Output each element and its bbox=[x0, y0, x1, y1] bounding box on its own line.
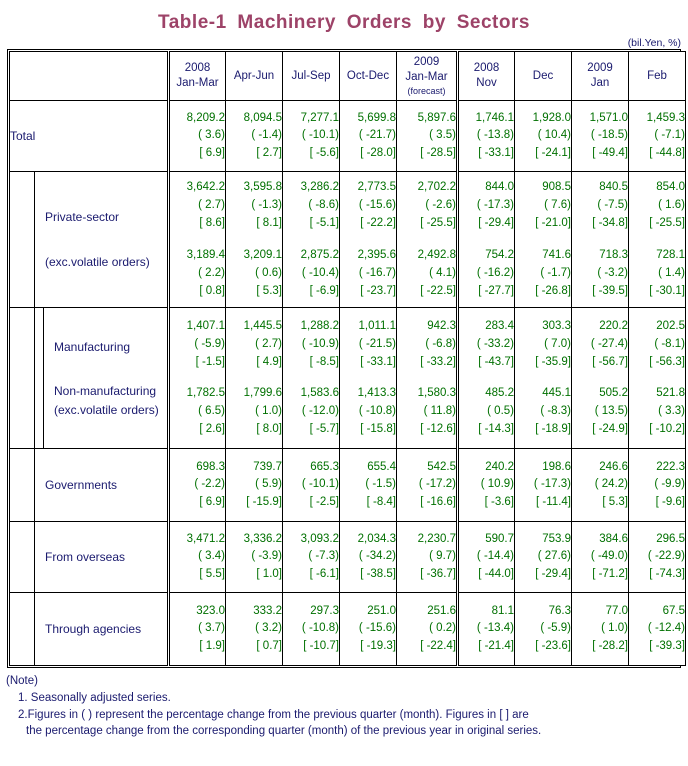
cell-agencies-6: 76.3( -5.9)[ -23.6] bbox=[514, 592, 572, 667]
cell-governments-4: 542.5( -17.2)[ -16.6] bbox=[396, 448, 458, 523]
header-col-4: 2009 Jan-Mar (forecast) bbox=[396, 51, 458, 102]
cell-mfg-group-1: 1,445.5( 2.7)[ 4.9] 1,799.6( 1.0)[ 8.0] bbox=[225, 307, 283, 450]
cell-overseas-8: 296.5( -22.9)[ -74.3] bbox=[628, 521, 686, 594]
table-row-governments: Governments 698.3( -2.2)[ 6.9] 739.7( 5.… bbox=[9, 448, 686, 523]
cell-overseas-2: 3,093.2( -7.3)[ -6.1] bbox=[282, 521, 340, 594]
cell-overseas-1: 3,336.2( -3.9)[ 1.0] bbox=[225, 521, 283, 594]
cell-total-8: 1,459.3 ( -7.1) [ -44.8] bbox=[628, 100, 686, 173]
cell-mfg-group-0: 1,407.1( -5.9)[ -1.5] 1,782.5( 6.5)[ 2.6… bbox=[168, 307, 226, 450]
cell-mfg-group-5: 283.4( -33.2)[ -43.7] 485.2( 0.5)[ -14.3… bbox=[456, 307, 515, 450]
header-col-7: 2009 Jan bbox=[571, 51, 629, 102]
row-label-non-manufacturing: Non-manufacturing (exc.volatile orders) bbox=[54, 384, 159, 417]
table-row-through-agencies: Through agencies 323.0( 3.7)[ 1.9] 333.2… bbox=[9, 592, 686, 667]
row-label-total: Total bbox=[9, 100, 170, 173]
cell-total-1: 8,094.5 ( -1.4) [ 2.7] bbox=[225, 100, 283, 173]
unit-note: (bil.Yen, %) bbox=[627, 36, 681, 49]
notes-heading: (Note) bbox=[6, 675, 38, 688]
cell-total-7: 1,571.0 ( -18.5) [ -49.4] bbox=[571, 100, 629, 173]
cell-overseas-4: 2,230.7( 9.7)[ -36.7] bbox=[396, 521, 458, 594]
cell-governments-2: 665.3( -10.1)[ -2.5] bbox=[282, 448, 340, 523]
note-item-2: 2.Figures in ( ) represent the percentag… bbox=[18, 708, 529, 721]
cell-private-4: 2,702.2( -2.6)[ -25.5] 2,492.8( 4.1)[ -2… bbox=[396, 171, 458, 309]
cell-private-2: 3,286.2( -8.6)[ -5.1] 2,875.2( -10.4)[ -… bbox=[282, 171, 340, 309]
cell-mfg-group-2: 1,288.2( -10.9)[ -8.5] 1,583.6( -12.0)[ … bbox=[282, 307, 340, 450]
cell-total-5: 1,746.1 ( -13.8) [ -33.1] bbox=[456, 100, 515, 173]
cell-agencies-4: 251.6( 0.2)[ -22.4] bbox=[396, 592, 458, 667]
row-label-through-agencies: Through agencies bbox=[9, 592, 170, 667]
cell-governments-6: 198.6( -17.3)[ -11.4] bbox=[514, 448, 572, 523]
cell-agencies-1: 333.2( 3.2)[ 0.7] bbox=[225, 592, 283, 667]
page-title: Table-1 Machinery Orders by Sectors bbox=[158, 12, 530, 33]
notes-block: (Note) 1. Seasonally adjusted series. 2.… bbox=[0, 668, 688, 740]
header-label-col bbox=[9, 51, 170, 102]
cell-overseas-3: 2,034.3( -34.2)[ -38.5] bbox=[339, 521, 397, 594]
cell-private-6: 908.5( 7.6)[ -21.0] 741.6( -1.7)[ -26.8] bbox=[514, 171, 572, 309]
row-label-private-sector: Private-sector (exc.volatile orders) bbox=[9, 171, 170, 309]
header-col-3: Oct-Dec bbox=[339, 51, 397, 102]
row-label-governments: Governments bbox=[9, 448, 170, 523]
cell-governments-1: 739.7( 5.9)[ -15.9] bbox=[225, 448, 283, 523]
cell-mfg-group-3: 1,011.1( -21.5)[ -33.1] 1,413.3( -10.8)[… bbox=[339, 307, 397, 450]
cell-total-4: 5,897.6 ( 3.5) [ -28.5] bbox=[396, 100, 458, 173]
cell-mfg-group-6: 303.3( 7.0)[ -35.9] 445.1( -8.3)[ -18.9] bbox=[514, 307, 572, 450]
machinery-orders-table: 2008 Jan-Mar Apr-Jun Jul-Sep Oct-Dec 200… bbox=[9, 51, 686, 667]
header-col-0: 2008 Jan-Mar bbox=[168, 51, 226, 102]
cell-total-3: 5,699.8 ( -21.7) [ -28.0] bbox=[339, 100, 397, 173]
cell-private-0: 3,642.2( 2.7)[ 8.6] 3,189.4( 2.2)[ 0.8] bbox=[168, 171, 226, 309]
table-page: Table-1 Machinery Orders by Sectors (bil… bbox=[0, 0, 688, 766]
row-label-manufacturing: Manufacturing bbox=[54, 339, 131, 354]
nesting-level-1: Through agencies bbox=[34, 593, 167, 666]
cell-total-2: 7,277.1 ( -10.1) [ -5.6] bbox=[282, 100, 340, 173]
cell-mfg-group-7: 220.2( -27.4)[ -56.7] 505.2( 13.5)[ -24.… bbox=[571, 307, 629, 450]
cell-governments-0: 698.3( -2.2)[ 6.9] bbox=[168, 448, 226, 523]
header-col-5: 2008 Nov bbox=[456, 51, 515, 102]
nesting-level-1: Private-sector (exc.volatile orders) bbox=[34, 172, 167, 308]
cell-private-3: 2,773.5( -15.6)[ -22.2] 2,395.6( -16.7)[… bbox=[339, 171, 397, 309]
table-header-row: 2008 Jan-Mar Apr-Jun Jul-Sep Oct-Dec 200… bbox=[9, 51, 686, 102]
header-col-8: Feb bbox=[628, 51, 686, 102]
cell-agencies-8: 67.5( -12.4)[ -39.3] bbox=[628, 592, 686, 667]
table-row-private-sector: Private-sector (exc.volatile orders) 3,6… bbox=[9, 171, 686, 309]
cell-private-1: 3,595.8( -1.3)[ 8.1] 3,209.1( 0.6)[ 5.3] bbox=[225, 171, 283, 309]
row-label-from-overseas: From overseas bbox=[9, 521, 170, 594]
cell-private-7: 840.5( -7.5)[ -34.8] 718.3( -3.2)[ -39.5… bbox=[571, 171, 629, 309]
cell-agencies-7: 77.0( 1.0)[ -28.2] bbox=[571, 592, 629, 667]
cell-governments-8: 222.3( -9.9)[ -9.6] bbox=[628, 448, 686, 523]
cell-overseas-0: 3,471.2( 3.4)[ 5.5] bbox=[168, 521, 226, 594]
cell-agencies-3: 251.0( -15.6)[ -19.3] bbox=[339, 592, 397, 667]
cell-overseas-7: 384.6( -49.0)[ -71.2] bbox=[571, 521, 629, 594]
cell-governments-7: 246.6( 24.2)[ 5.3] bbox=[571, 448, 629, 523]
cell-private-5: 844.0( -17.3)[ -29.4] 754.2( -16.2)[ -27… bbox=[456, 171, 515, 309]
cell-total-0: 8,209.2 ( 3.6) [ 6.9] bbox=[168, 100, 226, 173]
header-col-2: Jul-Sep bbox=[282, 51, 340, 102]
cell-governments-3: 655.4( -1.5)[ -8.4] bbox=[339, 448, 397, 523]
cell-overseas-5: 590.7( -14.4)[ -44.0] bbox=[456, 521, 515, 594]
cell-agencies-0: 323.0( 3.7)[ 1.9] bbox=[168, 592, 226, 667]
table-row-manufacturing-group: Manufacturing Non-manufacturing (exc.vol… bbox=[9, 307, 686, 450]
machinery-orders-table-frame: 2008 Jan-Mar Apr-Jun Jul-Sep Oct-Dec 200… bbox=[7, 49, 686, 669]
cell-private-8: 854.0( 1.6)[ -25.5] 728.1( 1.4)[ -30.1] bbox=[628, 171, 686, 309]
header-col-6: Dec bbox=[514, 51, 572, 102]
nesting-level-2: Manufacturing Non-manufacturing (exc.vol… bbox=[43, 308, 167, 449]
table-row-total: Total 8,209.2 ( 3.6) [ 6.9] 8,094.5 ( -1… bbox=[9, 100, 686, 173]
cell-total-6: 1,928.0 ( 10.4) [ -24.1] bbox=[514, 100, 572, 173]
cell-mfg-group-4: 942.3( -6.8)[ -33.2] 1,580.3( 11.8)[ -12… bbox=[396, 307, 458, 450]
table-row-from-overseas: From overseas 3,471.2( 3.4)[ 5.5] 3,336.… bbox=[9, 521, 686, 594]
cell-governments-5: 240.2( 10.9)[ -3.6] bbox=[456, 448, 515, 523]
row-label-manufacturing-group: Manufacturing Non-manufacturing (exc.vol… bbox=[9, 307, 170, 450]
nesting-level-1: From overseas bbox=[34, 522, 167, 593]
cell-overseas-6: 753.9( 27.6)[ -29.4] bbox=[514, 521, 572, 594]
cell-agencies-5: 81.1( -13.4)[ -21.4] bbox=[456, 592, 515, 667]
nesting-level-1: Manufacturing Non-manufacturing (exc.vol… bbox=[34, 308, 167, 449]
note-item-2-continued: the percentage change from the correspon… bbox=[26, 725, 542, 738]
header-col-1: Apr-Jun bbox=[225, 51, 283, 102]
cell-mfg-group-8: 202.5( -8.1)[ -56.3] 521.8( 3.3)[ -10.2] bbox=[628, 307, 686, 450]
note-item-1: 1. Seasonally adjusted series. bbox=[18, 692, 171, 705]
nesting-level-1: Governments bbox=[34, 449, 167, 522]
cell-agencies-2: 297.3( -10.8)[ -10.7] bbox=[282, 592, 340, 667]
